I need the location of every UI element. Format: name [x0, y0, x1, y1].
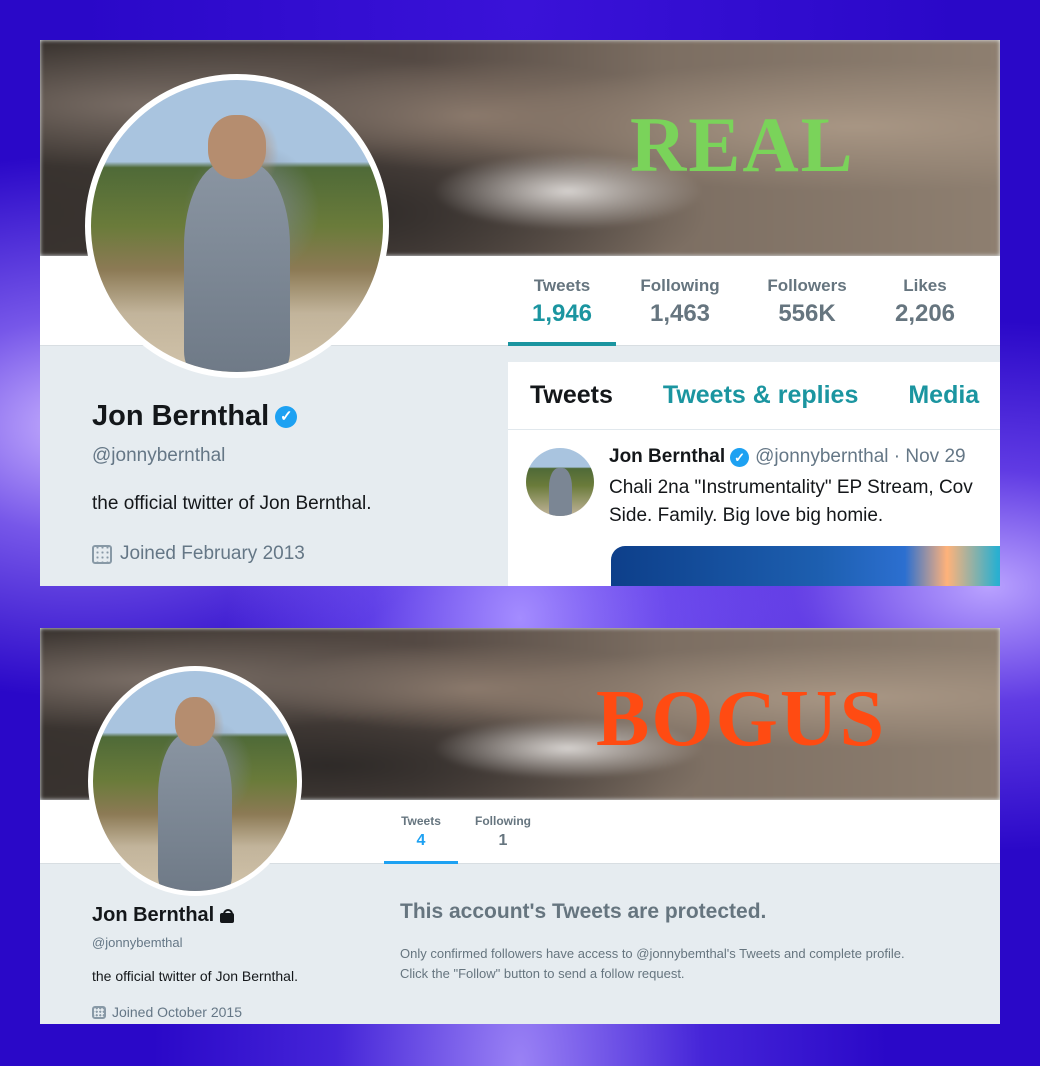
verified-badge-icon: ✓	[275, 405, 298, 428]
stat-label: Following	[640, 276, 720, 295]
stat-likes[interactable]: Likes 2,206	[886, 256, 964, 346]
timeline: Tweets Tweets & replies Media Jon Bernth…	[508, 362, 1000, 586]
profile-bio: the official twitter of Jon Bernthal.	[92, 493, 372, 514]
tab-tweets[interactable]: Tweets	[530, 381, 613, 410]
protected-text-line: Only confirmed followers have access to …	[400, 946, 905, 961]
protected-text-line: Click the "Follow" button to send a foll…	[400, 966, 685, 981]
profile-avatar[interactable]	[85, 74, 389, 378]
verified-badge-icon: ✓	[730, 447, 750, 467]
stat-value: 2,206	[894, 300, 956, 327]
profile-avatar[interactable]	[88, 666, 302, 896]
stat-value: 1,463	[649, 300, 711, 327]
tweet-author-handle[interactable]: @jonnybernthal · Nov 29	[755, 446, 965, 468]
stat-label: Tweets	[401, 814, 441, 828]
profile-name[interactable]: Jon Bernthal	[92, 904, 298, 927]
profile-joined: Joined October 2015	[92, 1004, 298, 1020]
joined-text: Joined October 2015	[112, 1004, 242, 1020]
profile-name-text: Jon Bernthal	[92, 400, 270, 432]
stat-label: Followers	[767, 276, 847, 295]
protected-notice: This account's Tweets are protected. Onl…	[400, 900, 1000, 984]
profile-name-text: Jon Bernthal	[92, 904, 215, 926]
calendar-icon	[92, 544, 112, 564]
stat-value: 1	[498, 832, 508, 849]
profile-bio: the official twitter of Jon Bernthal.	[92, 968, 298, 984]
stat-value: 556K	[778, 300, 836, 327]
profile-handle: @jonnybernthal	[92, 445, 226, 466]
real-profile-screenshot: REAL Tweets 1,946 Following 1,463 Follow…	[40, 40, 1000, 586]
stat-value: 1,946	[531, 300, 593, 327]
lock-icon	[220, 908, 235, 923]
tab-media[interactable]: Media	[908, 381, 979, 410]
real-label: REAL	[630, 101, 855, 188]
stat-value: 4	[416, 832, 426, 849]
tweet-text: Chali 2na "Instrumentality" EP Stream, C…	[609, 474, 973, 530]
stat-tweets[interactable]: Tweets 1,946	[508, 256, 616, 346]
protected-title: This account's Tweets are protected.	[400, 900, 767, 923]
tweet-media[interactable]	[611, 546, 1000, 586]
stat-followers[interactable]: Followers 556K	[758, 256, 856, 346]
stat-tweets[interactable]: Tweets 4	[384, 800, 458, 864]
stat-label: Tweets	[533, 276, 591, 295]
tweet[interactable]: Jon Bernthal ✓ @jonnybernthal · Nov 29 C…	[508, 430, 1000, 586]
joined-text: Joined February 2013	[120, 543, 305, 564]
stat-label: Following	[475, 814, 531, 828]
profile-name[interactable]: Jon Bernthal ✓	[92, 400, 372, 433]
profile-card: Jon Bernthal ✓ @jonnybernthal the offici…	[92, 400, 372, 565]
profile-handle: @jonnybemthal	[92, 935, 183, 950]
stat-following[interactable]: Following 1,463	[632, 256, 728, 346]
calendar-icon	[92, 1005, 106, 1019]
bogus-label: BOGUS	[596, 675, 887, 763]
profile-joined: Joined February 2013	[92, 543, 372, 565]
tab-tweets-replies[interactable]: Tweets & replies	[663, 381, 858, 410]
protected-text: Only confirmed followers have access to …	[400, 944, 1000, 984]
tweet-text-line: Side. Family. Big love big homie.	[609, 505, 884, 526]
stat-label: Likes	[903, 276, 947, 295]
profile-card: Jon Bernthal @jonnybemthal the official …	[92, 904, 298, 1020]
tweet-author-name[interactable]: Jon Bernthal	[609, 446, 725, 468]
timeline-tabs: Tweets Tweets & replies Media	[508, 362, 1000, 430]
tweet-header: Jon Bernthal ✓ @jonnybernthal · Nov 29	[609, 446, 966, 468]
bogus-profile-screenshot: BOGUS Tweets 4 Following 1 Jon Bernthal …	[40, 628, 1000, 1024]
tweet-text-line: Chali 2na "Instrumentality" EP Stream, C…	[609, 477, 973, 498]
stat-following[interactable]: Following 1	[470, 800, 536, 864]
tweet-avatar[interactable]	[526, 448, 594, 516]
